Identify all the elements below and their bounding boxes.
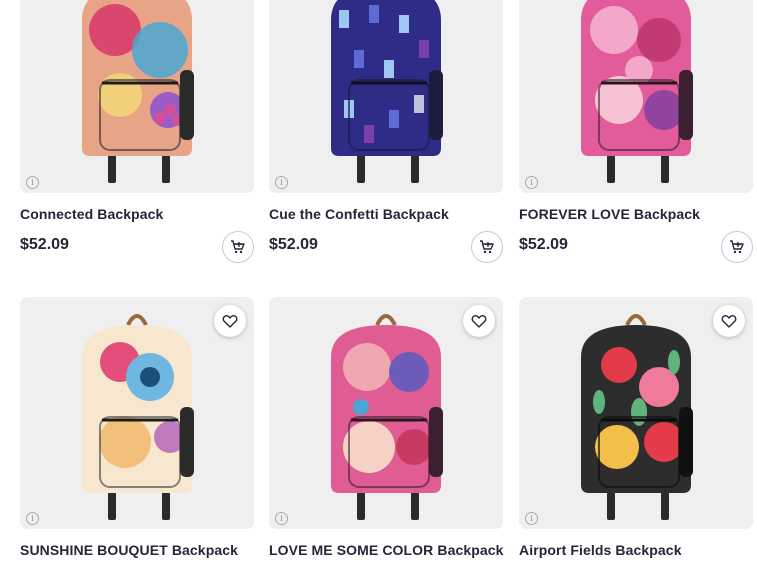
info-icon[interactable]: i xyxy=(275,176,288,189)
product-image[interactable]: i xyxy=(519,297,753,529)
info-icon[interactable]: i xyxy=(525,512,538,525)
heart-icon xyxy=(721,315,737,328)
product-card[interactable]: i SUNSHINE BOUQUET Backpack xyxy=(20,297,254,558)
product-image[interactable]: i xyxy=(20,0,254,193)
add-to-cart-button[interactable] xyxy=(471,231,503,263)
product-title[interactable]: Airport Fields Backpack xyxy=(519,542,753,558)
heart-icon xyxy=(222,315,238,328)
favorite-button[interactable] xyxy=(463,305,495,337)
product-card[interactable]: i Cue the Confetti Backpack $52.09 xyxy=(269,0,503,270)
favorite-button[interactable] xyxy=(214,305,246,337)
backpack-image xyxy=(269,0,503,193)
add-to-cart-icon xyxy=(730,240,744,254)
product-card[interactable]: i FOREVER LOVE Backpack $52.09 xyxy=(519,0,753,270)
price-row: $52.09 xyxy=(269,231,503,270)
backpack-image xyxy=(519,0,753,193)
add-to-cart-icon xyxy=(231,240,245,254)
favorite-button[interactable] xyxy=(713,305,745,337)
price-row: $52.09 xyxy=(519,231,753,270)
product-title[interactable]: Connected Backpack xyxy=(20,206,254,222)
product-card[interactable]: i Airport Fields Backpack xyxy=(519,297,753,558)
product-image[interactable]: i xyxy=(269,0,503,193)
product-title[interactable]: FOREVER LOVE Backpack xyxy=(519,206,753,222)
backpack-image xyxy=(20,0,254,193)
product-image[interactable]: i xyxy=(269,297,503,529)
product-price: $52.09 xyxy=(269,236,318,253)
product-image[interactable]: i xyxy=(20,297,254,529)
info-icon[interactable]: i xyxy=(26,512,39,525)
product-image[interactable]: i xyxy=(519,0,753,193)
product-title[interactable]: SUNSHINE BOUQUET Backpack xyxy=(20,542,254,558)
product-price: $52.09 xyxy=(20,236,69,253)
product-card[interactable]: i LOVE ME SOME COLOR Backpack xyxy=(269,297,503,558)
add-to-cart-icon xyxy=(480,240,494,254)
add-to-cart-button[interactable] xyxy=(721,231,753,263)
info-icon[interactable]: i xyxy=(275,512,288,525)
add-to-cart-button[interactable] xyxy=(222,231,254,263)
heart-icon xyxy=(471,315,487,328)
product-grid: i Connected Backpack $52.09 i Cue the Co… xyxy=(0,0,757,567)
price-row: $52.09 xyxy=(20,231,254,270)
info-icon[interactable]: i xyxy=(525,176,538,189)
product-title[interactable]: Cue the Confetti Backpack xyxy=(269,206,503,222)
info-icon[interactable]: i xyxy=(26,176,39,189)
product-title[interactable]: LOVE ME SOME COLOR Backpack xyxy=(269,542,503,558)
product-card[interactable]: i Connected Backpack $52.09 xyxy=(20,0,254,270)
product-price: $52.09 xyxy=(519,236,568,253)
